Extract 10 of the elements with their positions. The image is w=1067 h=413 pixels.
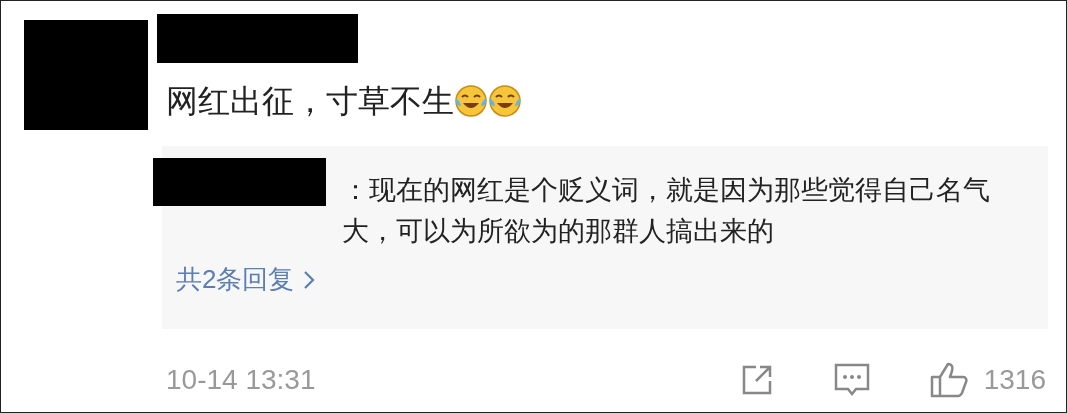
- more-replies-link[interactable]: 共2条回复: [176, 260, 317, 299]
- laughing-tears-emoji-icon: [454, 84, 488, 118]
- like-icon[interactable]: [929, 362, 968, 398]
- comment-icon[interactable]: [833, 363, 870, 397]
- laughing-tears-emoji-icon: [488, 84, 522, 118]
- timestamp: 10-14 13:31: [166, 363, 316, 397]
- comment-text: 网红出征，寸草不生: [166, 82, 454, 121]
- reply-text: ：现在的网红是个贬义词，就是因为那些觉得自己名气大，可以为所欲为的那群人搞出来的: [342, 174, 991, 248]
- chevron-right-icon: [302, 268, 317, 291]
- like-count: 1316: [983, 363, 1046, 397]
